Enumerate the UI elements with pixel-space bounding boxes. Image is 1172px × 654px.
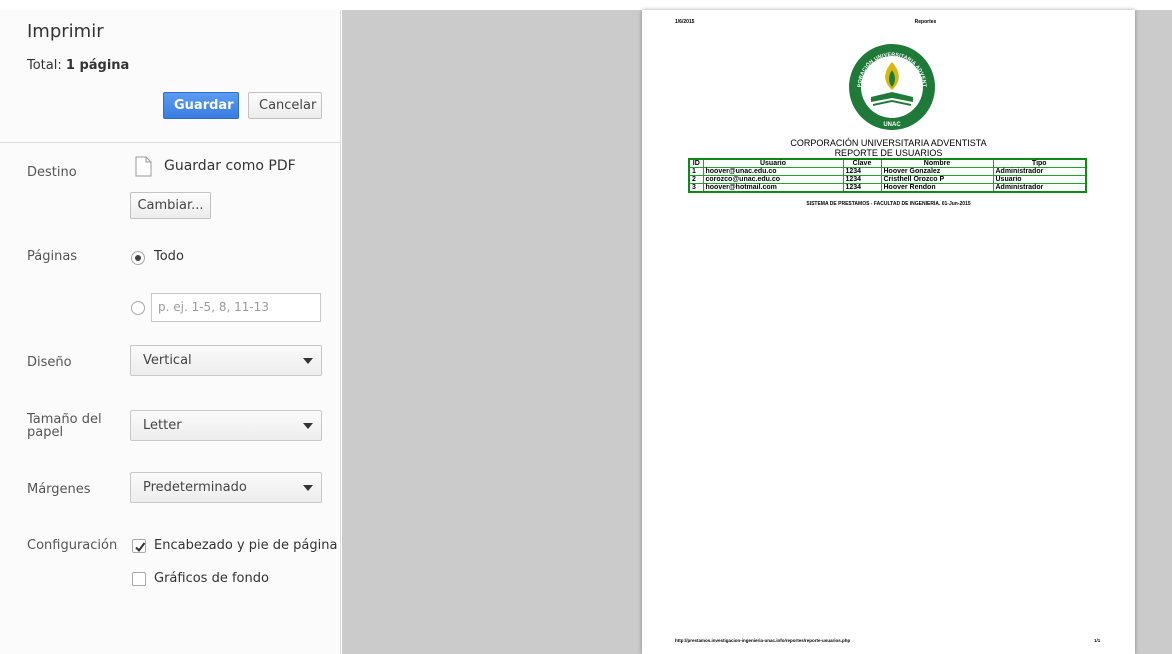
chevron-down-icon — [303, 485, 313, 491]
table-cell: Usuario — [992, 175, 1087, 184]
column-header: ID — [688, 158, 704, 168]
table-cell: Administrador — [992, 183, 1087, 193]
destination-value: Guardar como PDF — [164, 158, 296, 174]
logo-bottom-text: UNAC — [883, 122, 901, 128]
table-cell: Administrador — [992, 167, 1087, 176]
table-row: 2 corozco@unac.edu.co 1234 Cristhell Oro… — [688, 175, 1087, 184]
table-cell: 2 — [688, 175, 704, 184]
table-cell: Hoover Gonzalez — [880, 167, 994, 176]
page-total: Total: 1 página — [27, 58, 129, 73]
table-cell: 3 — [688, 183, 704, 193]
report-footer-note: SISTEMA DE PRESTAMOS - FACULTAD DE INGEN… — [806, 201, 971, 207]
pages-label: Páginas — [27, 249, 78, 264]
table-cell: hoover@unac.edu.co — [702, 167, 844, 176]
table-cell: hoover@hotmail.com — [702, 183, 844, 193]
table-cell: 1 — [688, 167, 704, 176]
paper-size-value: Letter — [143, 418, 182, 433]
table-cell: 1234 — [842, 175, 882, 184]
table-cell: corozco@unac.edu.co — [702, 175, 844, 184]
paper-size-label: Tamaño del papel — [27, 412, 102, 440]
cancel-button[interactable]: Cancelar — [248, 92, 322, 119]
report-subheading: REPORTE DE USUARIOS — [834, 148, 943, 158]
users-table: ID Usuario Clave Nombre Tipo 1 hoover@un… — [688, 158, 1087, 193]
chevron-down-icon — [303, 423, 313, 429]
print-preview-area[interactable]: 1/6/2015 Reportes CORPORACIÓN UNIVERSITA… — [342, 10, 1172, 654]
background-graphics-checkbox[interactable] — [132, 572, 146, 586]
paper-size-select[interactable]: Letter — [130, 410, 322, 441]
file-icon — [135, 156, 152, 177]
print-settings-panel: Imprimir Total: 1 página Guardar Cancela… — [0, 10, 341, 654]
table-cell: 1234 — [842, 183, 882, 193]
page-header-title: Reportes — [914, 19, 937, 25]
save-button[interactable]: Guardar — [163, 92, 239, 119]
pages-range-input[interactable]: p. ej. 1-5, 8, 11-13 — [151, 293, 321, 322]
table-row: 1 hoover@unac.edu.co 1234 Hoover Gonzale… — [688, 167, 1087, 176]
dialog-title: Imprimir — [27, 21, 104, 42]
table-header-row: ID Usuario Clave Nombre Tipo — [688, 158, 1087, 168]
headers-footers-label: Encabezado y pie de página — [154, 538, 338, 553]
table-cell: 1234 — [842, 167, 882, 176]
preview-page: 1/6/2015 Reportes CORPORACIÓN UNIVERSITA… — [642, 10, 1135, 654]
report-heading: CORPORACIÓN UNIVERSITARIA ADVENTISTA — [790, 138, 987, 148]
page-footer-url: http://prestamos.investigacion-ingenieri… — [675, 638, 851, 643]
table-cell: Hoover Rendon — [880, 183, 994, 193]
chevron-down-icon — [303, 358, 313, 364]
checkmark-icon — [135, 542, 146, 553]
page-footer-counter: 1/1 — [1094, 638, 1101, 643]
table-row: 3 hoover@hotmail.com 1234 Hoover Rendon … — [688, 183, 1087, 193]
layout-label: Diseño — [27, 355, 72, 370]
column-header: Tipo — [992, 158, 1087, 168]
pages-all-label: Todo — [154, 249, 184, 264]
layout-value: Vertical — [143, 353, 192, 368]
margins-label: Márgenes — [27, 482, 91, 497]
column-header: Usuario — [702, 158, 844, 168]
column-header: Nombre — [880, 158, 994, 168]
margins-select[interactable]: Predeterminado — [130, 472, 322, 503]
total-value: 1 página — [65, 58, 130, 73]
university-logo: CORPORACIÓN UNIVERSITARIA ADVENTISTA UNA… — [847, 42, 935, 130]
margins-value: Predeterminado — [143, 480, 247, 495]
layout-select[interactable]: Vertical — [130, 345, 322, 376]
change-destination-button[interactable]: Cambiar... — [130, 192, 211, 219]
headers-footers-checkbox[interactable] — [132, 539, 146, 553]
background-graphics-label: Gráficos de fondo — [154, 571, 269, 586]
pages-custom-radio[interactable] — [131, 301, 145, 315]
destination-label: Destino — [27, 165, 77, 180]
table-cell: Cristhell Orozco P — [880, 175, 994, 184]
pages-all-radio[interactable] — [131, 251, 145, 265]
total-label: Total: — [27, 58, 62, 73]
panel-header: Imprimir Total: 1 página Guardar Cancela… — [0, 10, 340, 143]
column-header: Clave — [842, 158, 882, 168]
options-label: Configuración — [27, 538, 118, 553]
